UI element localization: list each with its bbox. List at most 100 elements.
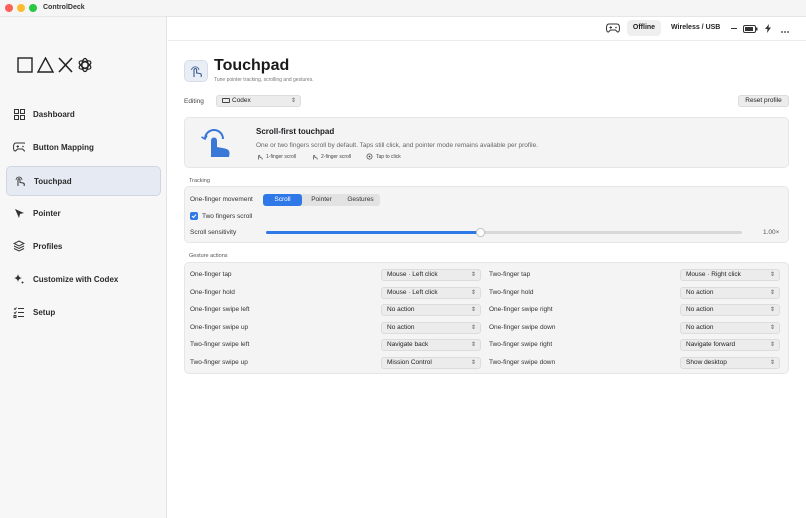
connection-status-badge: Offline (627, 20, 661, 36)
chevron-updown-icon: ⇕ (769, 272, 775, 278)
chip-label: Tap to click (376, 153, 401, 160)
sidebar-item-profiles[interactable]: Profiles (6, 231, 161, 261)
main-content: Touchpad Tune pointer tracking, scrollin… (168, 41, 806, 518)
checklist-icon (13, 306, 25, 318)
sidebar-item-touchpad[interactable]: Touchpad (6, 166, 161, 196)
touch-icon (258, 154, 263, 160)
gesture-label: One-finger tap (190, 271, 232, 278)
sidebar-item-button-mapping[interactable]: Button Mapping (6, 132, 161, 162)
gesture-action-select[interactable]: Mouse · Left click ⇕ (381, 269, 481, 281)
sidebar-item-label: Pointer (33, 208, 61, 218)
cursor-icon (13, 207, 25, 219)
hero-title: Scroll-first touchpad (256, 127, 335, 136)
triangle-icon (37, 57, 54, 73)
chevron-updown-icon: ⇕ (769, 325, 775, 331)
chevron-updown-icon: ⇕ (470, 307, 476, 313)
close-window-button[interactable] (5, 4, 13, 12)
gesture-action-select[interactable]: Mission Control ⇕ (381, 357, 481, 369)
sidebar-item-label: Button Mapping (33, 142, 94, 152)
gesture-label: Two-finger swipe down (489, 359, 556, 366)
chip-tap-to-click: Tap to click (366, 153, 401, 160)
touch-gesture-icon (201, 127, 237, 161)
hero-description: One or two fingers scroll by default. Ta… (256, 142, 539, 149)
chip-two-finger-scroll: 2-finger scroll (311, 153, 351, 160)
bolt-icon (765, 24, 771, 35)
chip-label: 2-finger scroll (321, 153, 352, 160)
zoom-window-button[interactable] (29, 4, 37, 12)
gesture-action-select[interactable]: No action ⇕ (680, 322, 780, 334)
gesture-action-value: Show desktop (686, 359, 727, 366)
section-label-gesture-actions: Gesture actions (189, 253, 228, 259)
gesture-label: Two-finger hold (489, 289, 534, 296)
minus-icon[interactable] (731, 28, 737, 29)
chevron-updown-icon: ⇕ (470, 290, 476, 296)
two-fingers-scroll-checkbox[interactable] (190, 212, 198, 220)
gesture-action-select[interactable]: Navigate forward ⇕ (680, 339, 780, 351)
gesture-action-select[interactable]: No action ⇕ (381, 322, 481, 334)
section-label-tracking: Tracking (189, 178, 210, 184)
gesture-action-select[interactable]: Navigate back ⇕ (381, 339, 481, 351)
more-icon[interactable] (781, 28, 789, 35)
editing-label: Editing (184, 98, 204, 105)
gesture-action-value: Navigate back (387, 341, 429, 348)
top-bar: Offline Wireless / USB (168, 17, 806, 41)
gamepad-icon[interactable] (605, 23, 621, 35)
scroll-sensitivity-label: Scroll sensitivity (190, 229, 237, 236)
sidebar-item-setup[interactable]: Setup (6, 297, 161, 327)
sidebar-item-label: Dashboard (33, 109, 75, 119)
profile-select[interactable]: Codex ⇕ (216, 95, 301, 107)
gesture-label: One-finger swipe right (489, 306, 553, 313)
two-fingers-scroll-label: Two fingers scroll (202, 213, 253, 220)
window-icon (222, 97, 230, 103)
sidebar-item-pointer[interactable]: Pointer (6, 198, 161, 228)
gesture-action-select[interactable]: No action ⇕ (680, 287, 780, 299)
page-subtitle: Tune pointer tracking, scrolling and ges… (214, 77, 314, 83)
app-title: ControlDeck (43, 4, 85, 11)
gesture-action-value: Mission Control (387, 359, 432, 366)
touch-icon (14, 175, 26, 187)
touch-icon (313, 154, 318, 160)
chevron-updown-icon: ⇕ (470, 272, 476, 278)
mode-scroll[interactable]: Scroll (263, 194, 302, 206)
gesture-action-value: Mouse · Left click (387, 289, 438, 296)
connection-mode-label: Wireless / USB (671, 24, 721, 31)
movement-mode-control: Scroll Pointer Gestures (263, 194, 380, 206)
one-finger-movement-label: One-finger movement (190, 196, 253, 203)
profile-select-value: Codex (232, 97, 251, 104)
chevron-updown-icon: ⇕ (290, 98, 296, 104)
reset-profile-button[interactable]: Reset profile (738, 95, 789, 107)
scroll-sensitivity-slider[interactable] (266, 228, 742, 237)
gesture-action-value: No action (686, 289, 714, 296)
mode-pointer[interactable]: Pointer (302, 194, 341, 206)
square-icon (17, 57, 33, 73)
sidebar-item-label: Touchpad (34, 176, 72, 186)
cross-icon (58, 57, 73, 73)
battery-icon (743, 25, 758, 35)
gesture-label: One-finger swipe left (190, 306, 250, 313)
gesture-label: One-finger swipe down (489, 324, 556, 331)
tap-icon (366, 153, 373, 160)
gesture-action-select[interactable]: No action ⇕ (381, 304, 481, 316)
layers-icon (13, 240, 25, 252)
gesture-action-select[interactable]: Mouse · Left click ⇕ (381, 287, 481, 299)
gesture-action-value: No action (686, 306, 714, 313)
sidebar-item-customize-with-codex[interactable]: Customize with Codex (6, 264, 161, 294)
gesture-action-select[interactable]: No action ⇕ (680, 304, 780, 316)
chevron-updown-icon: ⇕ (470, 325, 476, 331)
gesture-action-value: No action (387, 306, 415, 313)
gesture-action-value: Navigate forward (686, 341, 736, 348)
gesture-label: Two-finger swipe left (190, 341, 250, 348)
gesture-action-select[interactable]: Show desktop ⇕ (680, 357, 780, 369)
gesture-action-value: No action (686, 324, 714, 331)
mode-gestures[interactable]: Gestures (341, 194, 380, 206)
slider-thumb[interactable] (475, 228, 485, 237)
minimize-window-button[interactable] (17, 4, 25, 12)
page-title: Touchpad (214, 57, 290, 74)
chevron-updown-icon: ⇕ (769, 290, 775, 296)
sidebar: Dashboard Button Mapping Touchpad Pointe… (0, 17, 167, 518)
chevron-updown-icon: ⇕ (769, 360, 775, 366)
sidebar-item-dashboard[interactable]: Dashboard (6, 99, 161, 129)
gesture-action-select[interactable]: Mouse · Right click ⇕ (680, 269, 780, 281)
openai-logo-icon (78, 57, 92, 73)
gamepad-icon (13, 141, 25, 153)
